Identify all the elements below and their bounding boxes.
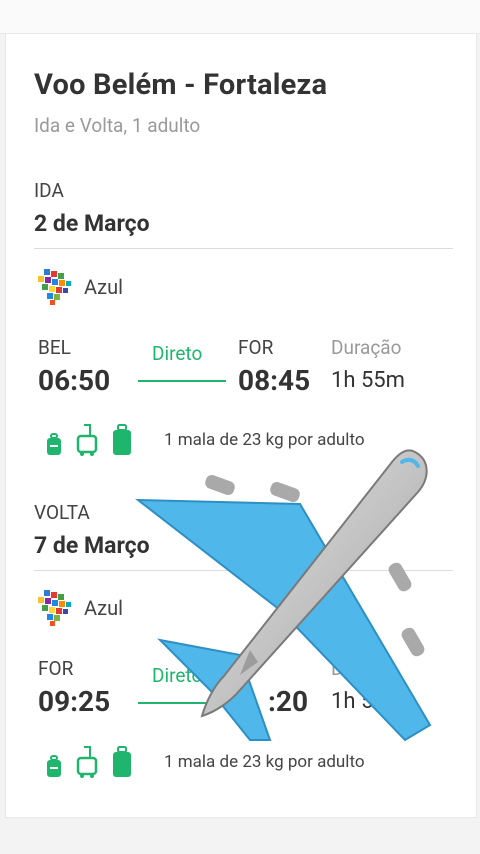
flight-title: Voo Belém - Fortaleza <box>34 68 328 102</box>
segment-label-volta: VOLTA <box>34 501 90 524</box>
carry-on-icon <box>76 746 98 778</box>
azul-logo-icon <box>38 590 71 626</box>
suitcase-icon <box>113 746 131 777</box>
top-bar <box>0 0 480 34</box>
destination-code: FOR <box>238 336 274 359</box>
divider <box>34 248 453 249</box>
route-line <box>138 380 226 382</box>
origin-code: BEL <box>38 336 71 359</box>
carry-on-icon <box>76 424 98 456</box>
azul-logo-icon <box>38 269 71 305</box>
duration-label: Duração <box>331 336 402 359</box>
airline-row-ida: Azul <box>34 267 123 307</box>
backpack-icon <box>47 755 61 777</box>
airline-name: Azul <box>84 275 123 299</box>
departure-time: 06:50 <box>38 364 111 397</box>
baggage-allowance: 1 mala de 23 kg por adulto <box>164 752 365 772</box>
arrival-time: 08:45 <box>238 364 311 397</box>
backpack-icon <box>47 433 61 455</box>
flight-subtitle: Ida e Volta, 1 adulto <box>34 114 201 137</box>
airline-name: Azul <box>84 596 123 620</box>
baggage-icons <box>46 744 146 778</box>
airplane-emoji-icon <box>134 449 432 742</box>
airline-row-volta: Azul <box>34 588 123 628</box>
suitcase-icon <box>113 424 131 455</box>
segment-date-ida: 2 de Março <box>34 210 150 237</box>
origin-code: FOR <box>38 657 74 680</box>
departure-time: 09:25 <box>38 685 111 718</box>
segment-label-ida: IDA <box>34 179 64 202</box>
duration-value: 1h 55m <box>331 368 405 393</box>
stops-label: Direto <box>152 342 203 365</box>
